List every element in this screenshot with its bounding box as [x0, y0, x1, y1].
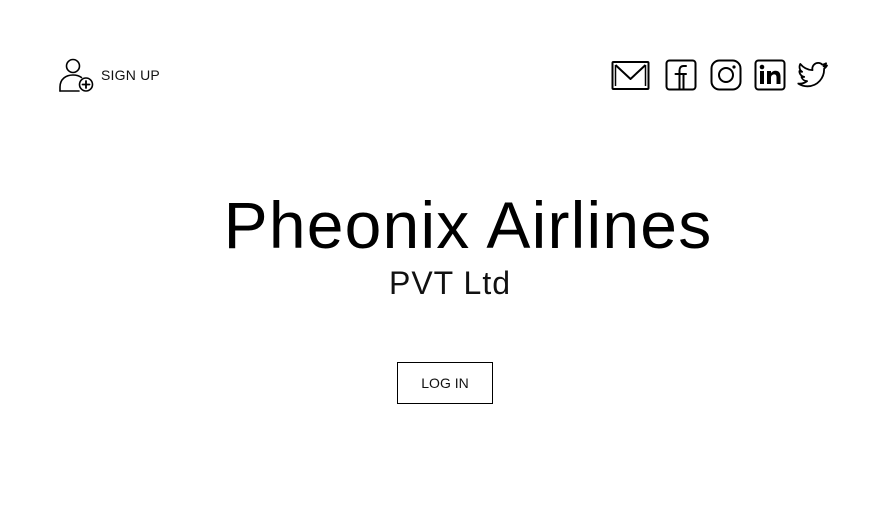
mail-link[interactable]: [611, 60, 650, 91]
instagram-link[interactable]: [710, 59, 742, 91]
facebook-icon: [665, 59, 697, 91]
twitter-icon: [797, 60, 829, 90]
facebook-link[interactable]: [665, 59, 697, 91]
page-subtitle: PVT Ltd: [388, 265, 512, 301]
twitter-link[interactable]: [797, 60, 829, 90]
signup-link[interactable]: SIGN UP: [57, 57, 160, 93]
instagram-icon: [710, 59, 742, 91]
social-links: [611, 59, 829, 91]
mail-icon: [611, 60, 650, 91]
linkedin-link[interactable]: [754, 59, 786, 91]
signup-label: SIGN UP: [101, 67, 160, 83]
user-add-icon: [57, 57, 94, 93]
linkedin-icon: [754, 59, 786, 91]
page-title: Pheonix Airlines: [223, 188, 713, 262]
login-button[interactable]: LOG IN: [397, 362, 493, 404]
